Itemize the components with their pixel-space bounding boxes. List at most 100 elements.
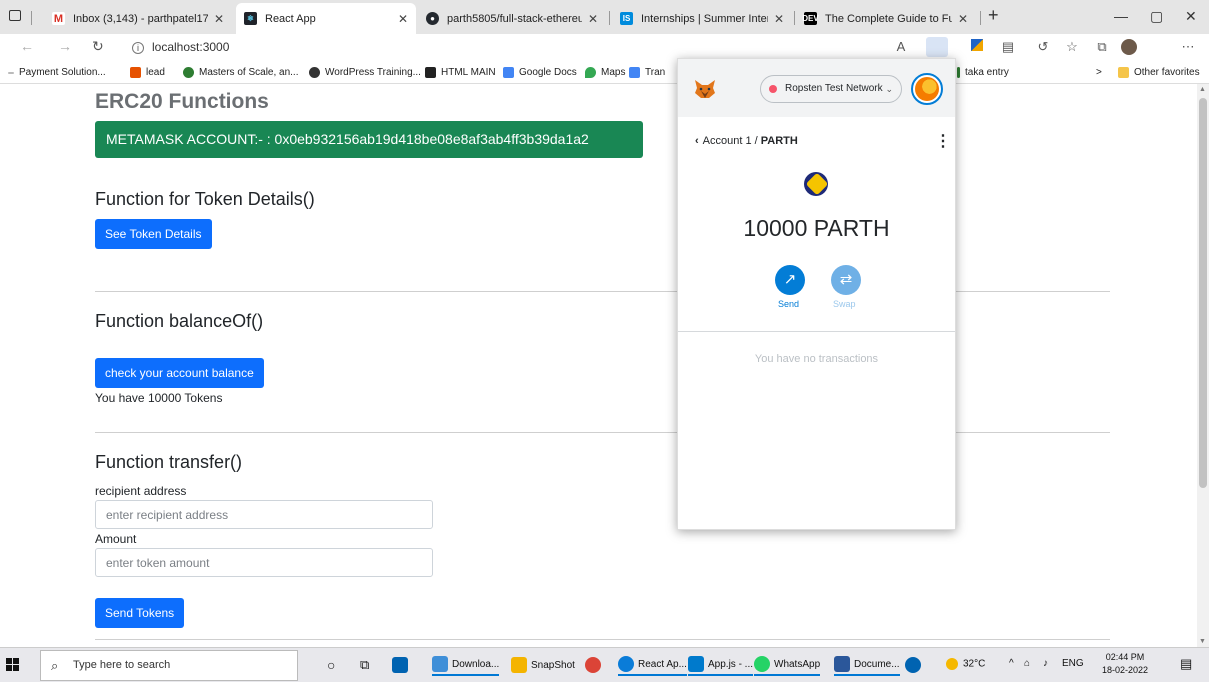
dev-icon: DEV (802, 12, 819, 25)
taskbar-app-downloads[interactable]: Downloa... (432, 654, 500, 676)
bookmark-icon (130, 67, 141, 78)
cortana-icon[interactable]: ○ (327, 654, 335, 676)
store-icon[interactable] (392, 654, 412, 676)
bookmark-taka-entry[interactable]: taka entry (957, 67, 1009, 78)
profile-avatar[interactable] (1121, 39, 1137, 55)
read-aloud-icon[interactable]: A (893, 39, 909, 55)
close-tab-icon[interactable]: ✕ (214, 12, 224, 26)
taskbar-app-chrome[interactable] (585, 654, 605, 676)
bookmark-icon (957, 67, 960, 78)
see-token-details-button[interactable]: See Token Details (95, 219, 212, 249)
metamask-account-banner: METAMASK ACCOUNT:- : 0x0eb932156ab19d418… (95, 121, 643, 158)
extension-icon[interactable] (969, 39, 985, 55)
help-icon[interactable] (905, 654, 925, 676)
send-label: Send (778, 299, 800, 309)
tab-internshala[interactable]: IS Internships | Summer Internship ✕ (612, 3, 792, 34)
language-indicator[interactable]: ENG (1062, 658, 1084, 669)
chrome-icon (585, 657, 601, 673)
network-selector[interactable]: Ropsten Test Network ⌄ (760, 75, 902, 103)
back-icon[interactable]: ← (20, 38, 34, 54)
refresh-icon[interactable]: ↻ (92, 38, 104, 55)
taskbar-app-snapshot[interactable]: SnapShot (511, 654, 575, 676)
bookmark-payment[interactable]: Payment Solution... (8, 67, 106, 78)
collections-icon[interactable]: ⧉ (1094, 39, 1110, 55)
restore-icon[interactable]: ▢ (1150, 8, 1163, 25)
close-tab-icon[interactable]: ✕ (958, 12, 968, 26)
network-status-dot (769, 85, 777, 93)
close-tab-icon[interactable]: ✕ (588, 12, 598, 26)
send-button[interactable]: ↗ (775, 265, 805, 295)
task-view-icon[interactable]: ⧉ (360, 654, 369, 676)
site-info-icon[interactable]: i (132, 42, 144, 54)
windows-start-icon[interactable] (6, 658, 20, 672)
more-options-icon[interactable]: ⋮ (935, 131, 951, 151)
bookmark-google-docs[interactable]: Google Docs (503, 67, 577, 78)
token-balance: 10000 PARTH (743, 215, 890, 241)
swap-button[interactable]: ⇄ (831, 265, 861, 295)
tab-dev-article[interactable]: DEV The Complete Guide to Full Stac ✕ (796, 3, 976, 34)
notifications-icon[interactable]: ▤ (1180, 656, 1192, 672)
bookmark-html-main[interactable]: HTML MAIN (425, 67, 496, 78)
internshala-icon: IS (620, 12, 633, 25)
bookmark-wordpress[interactable]: WordPress Training... (309, 67, 421, 78)
metamask-fox-icon[interactable] (694, 79, 716, 99)
taskbar-app-whatsapp[interactable]: WhatsApp (754, 654, 821, 676)
network-icon[interactable]: ⌂ (1024, 658, 1030, 669)
bookmark-icon (309, 67, 320, 78)
minimize-icon[interactable]: — (1114, 8, 1128, 24)
bookmark-icon (8, 71, 14, 74)
divider (95, 639, 1110, 640)
scroll-down-icon[interactable]: ▼ (1199, 638, 1206, 645)
taskbar-app-vscode[interactable]: App.js - ... (688, 654, 754, 676)
check-balance-button[interactable]: check your account balance (95, 358, 264, 388)
balance-result-text: You have 10000 Tokens (95, 391, 223, 405)
empty-transactions-text: You have no transactions (754, 353, 879, 365)
taskbar-app-react[interactable]: React Ap... (618, 654, 687, 676)
scroll-up-icon[interactable]: ▲ (1199, 86, 1206, 93)
taskbar-app-word[interactable]: Docume... (834, 654, 900, 676)
chevron-left-icon[interactable]: ‹ (695, 135, 699, 147)
tab-gmail[interactable]: M Inbox (3,143) - parthpatel175917 ✕ (44, 3, 232, 34)
weather-widget[interactable]: 32°C (946, 658, 985, 670)
docs-icon (503, 67, 514, 78)
page-title: ERC20 Functions (95, 90, 269, 113)
taskbar-search-box[interactable]: ⌕ Type here to search (40, 650, 298, 681)
bookmark-masters-of-scale[interactable]: Masters of Scale, an... (183, 67, 299, 78)
volume-icon[interactable]: ♪ (1043, 658, 1048, 669)
browser-tab-bar: M Inbox (3,143) - parthpatel175917 ✕ ⚛ R… (0, 0, 1209, 34)
new-tab-button[interactable]: + (988, 5, 999, 26)
tab-actions-icon[interactable] (9, 10, 21, 21)
tab-react-app[interactable]: ⚛ React App ✕ (236, 3, 416, 34)
vscode-icon (688, 656, 704, 672)
bookmarks-bar: Payment Solution... lead Masters of Scal… (0, 62, 1209, 84)
address-field[interactable]: i localhost:3000 (132, 40, 229, 54)
bookmark-other-favorites[interactable]: Other favorites (1118, 67, 1200, 78)
extension-icon[interactable]: ↺ (1035, 39, 1051, 55)
account-avatar[interactable] (911, 73, 943, 105)
transfer-heading: Function transfer() (95, 452, 243, 472)
bookmark-maps[interactable]: Maps (585, 67, 625, 78)
metamask-extension-icon[interactable] (926, 37, 948, 57)
bookmarks-overflow-icon[interactable]: > (1096, 67, 1102, 78)
tab-github[interactable]: ● parth5805/full-stack-ethereum-c ✕ (418, 3, 606, 34)
taskbar-clock[interactable]: 02:44 PM 18-02-2022 (1102, 651, 1148, 677)
scrollbar-thumb[interactable] (1199, 98, 1207, 488)
close-window-icon[interactable]: ✕ (1185, 8, 1197, 25)
bookmark-lead[interactable]: lead (130, 67, 165, 78)
breadcrumb[interactable]: ‹ Account 1 / PARTH (695, 135, 798, 147)
bookmark-translate[interactable]: Tran (629, 67, 665, 78)
forward-icon[interactable]: → (58, 38, 72, 54)
extension-icon[interactable]: ▤ (1000, 39, 1016, 55)
tray-overflow-icon[interactable]: ^ (1009, 658, 1014, 669)
send-tokens-button[interactable]: Send Tokens (95, 598, 185, 628)
token-amount-input[interactable] (95, 548, 433, 577)
folder-icon (432, 656, 448, 672)
favorites-icon[interactable]: ☆ (1064, 39, 1080, 55)
recipient-address-input[interactable] (95, 500, 433, 529)
close-tab-icon[interactable]: ✕ (398, 12, 408, 26)
close-tab-icon[interactable]: ✕ (774, 12, 784, 26)
more-menu-icon[interactable]: ⋯ (1180, 39, 1196, 55)
token-details-heading: Function for Token Details() (95, 189, 315, 209)
divider (95, 291, 1110, 292)
page-scrollbar[interactable]: ▲ ▼ (1197, 84, 1209, 647)
